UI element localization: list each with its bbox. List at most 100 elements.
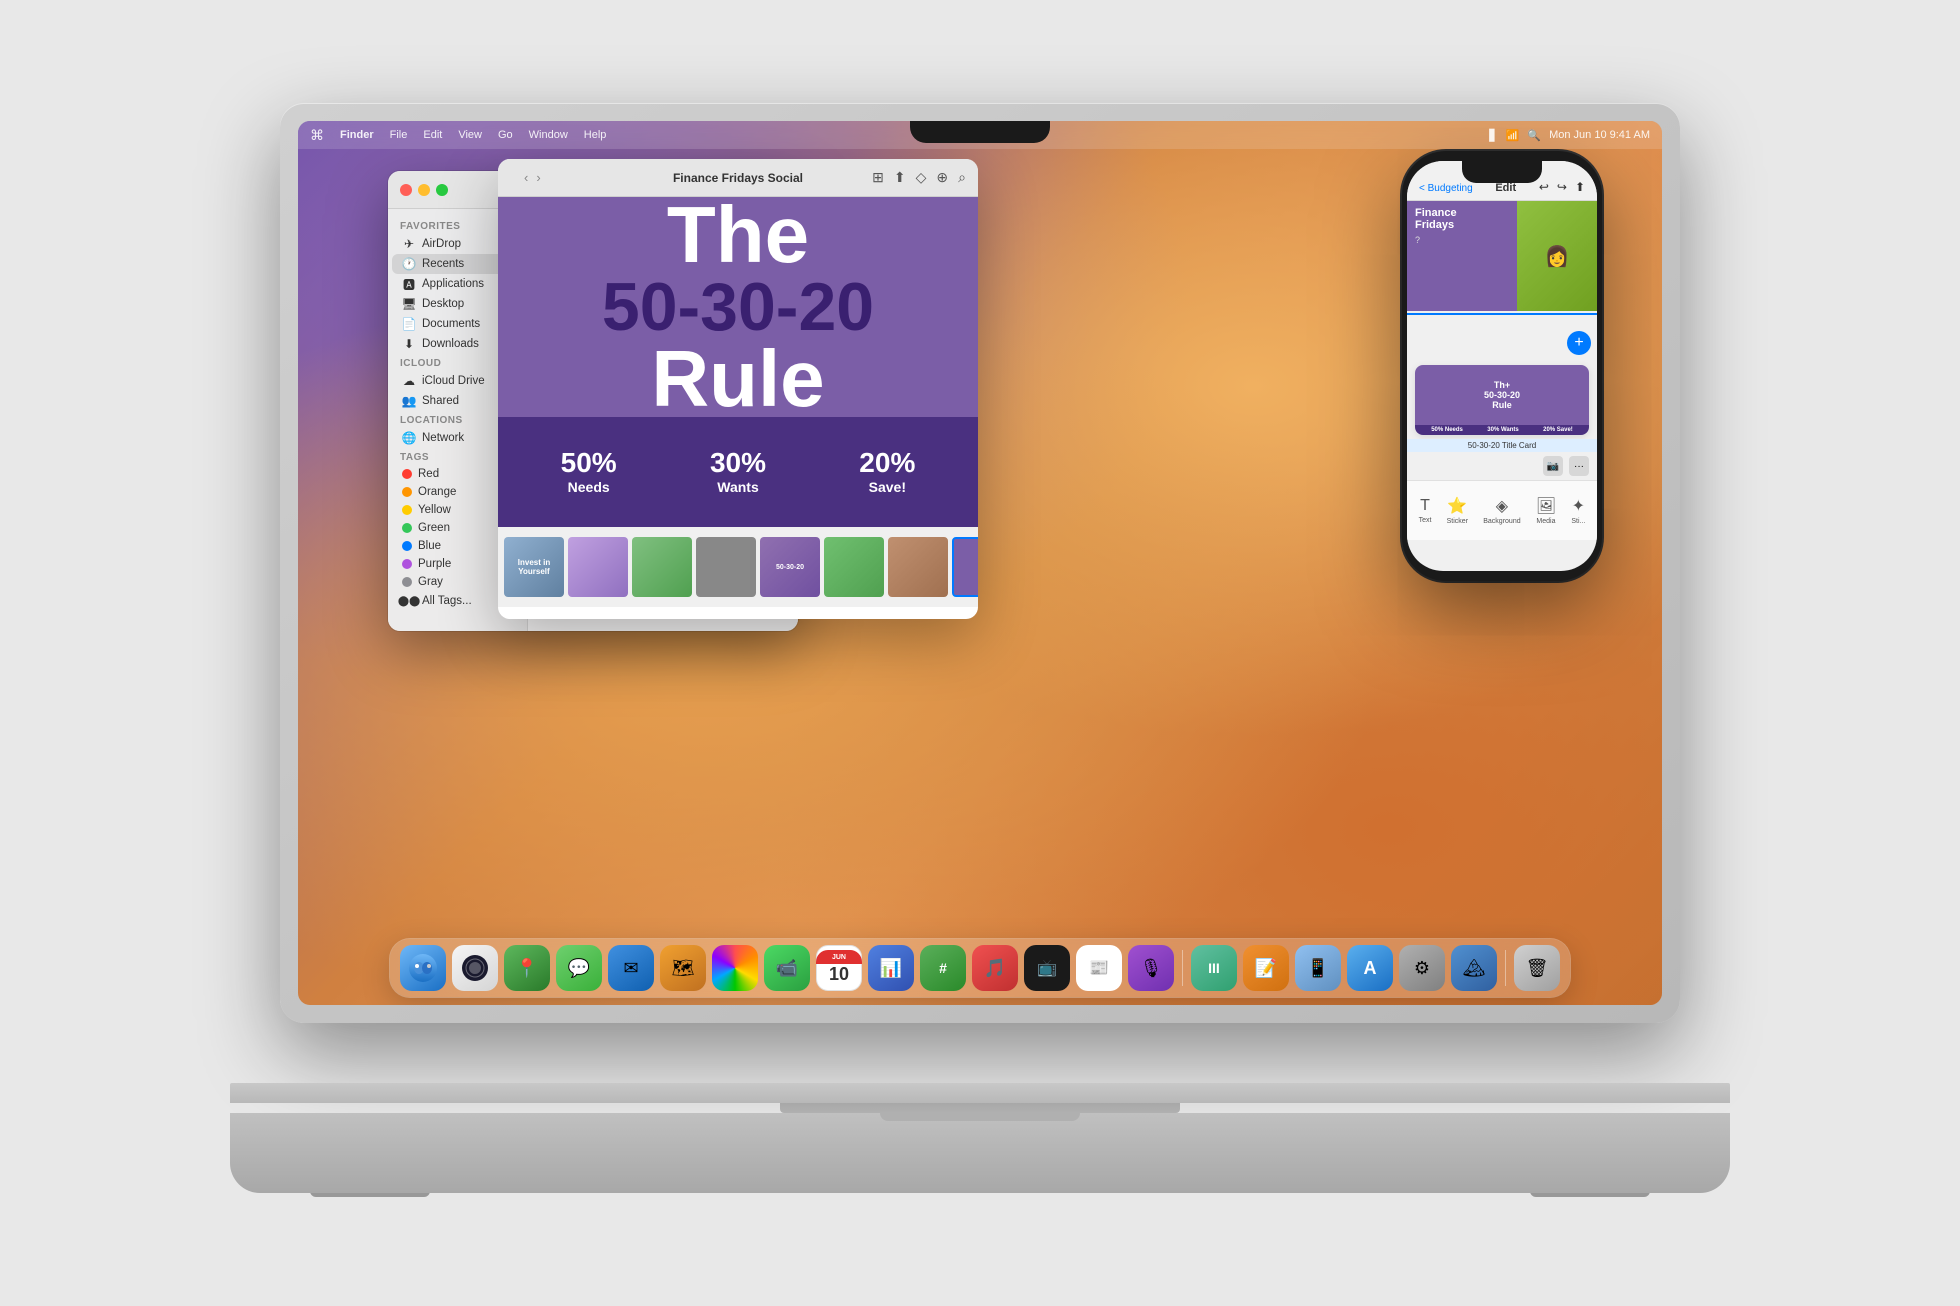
share-icon[interactable]: ⬆ (1575, 180, 1585, 194)
more-button[interactable]: ··· (1569, 456, 1589, 476)
laptop-base-top (230, 1083, 1730, 1103)
iphone-screen: < Budgeting Edit ↩ ↪ ⬆ (1407, 161, 1597, 571)
thumb-active[interactable] (952, 537, 978, 597)
dock-podcasts[interactable]: 🎙 (1128, 945, 1174, 991)
design-window-title: Finance Fridays Social (673, 171, 803, 185)
menubar-time: Mon Jun 10 9:41 AM (1549, 129, 1650, 141)
small-card-text: Th+ (1484, 380, 1520, 390)
dock-maps2[interactable]: 🗺 (660, 945, 706, 991)
small-stat-save: 20% Save! (1543, 427, 1573, 433)
thumb-3[interactable] (632, 537, 692, 597)
back-arrow[interactable]: ‹ (522, 170, 530, 185)
menu-help[interactable]: Help (584, 129, 607, 141)
yellow-label: Yellow (418, 504, 451, 516)
tool-text[interactable]: T Text (1419, 497, 1432, 524)
dock-iphone[interactable]: 📱 (1295, 945, 1341, 991)
apple-menu[interactable]: ⌘ (310, 127, 324, 144)
text-label: Text (1419, 517, 1432, 524)
dock-photos[interactable] (712, 945, 758, 991)
dock-keynote[interactable]: 📊 (868, 945, 914, 991)
dock-facetime[interactable]: 📹 (764, 945, 810, 991)
documents-icon: 📄 (402, 317, 416, 331)
iphone-card-purple: Finance Fridays ? 👩 (1407, 201, 1597, 311)
iphone-notch (1462, 161, 1542, 183)
dock-trash[interactable]: 🗑 (1514, 945, 1560, 991)
menu-view[interactable]: View (458, 129, 482, 141)
iphone-small-card[interactable]: Th+ 50-30-20 Rule 50% Needs 30% Wants 20… (1415, 365, 1589, 435)
thumb-1[interactable]: Invest in Yourself (504, 537, 564, 597)
dock-news[interactable]: 📰 (1076, 945, 1122, 991)
dock-settings[interactable]: ⚙ (1399, 945, 1445, 991)
thumb-7[interactable] (888, 537, 948, 597)
downloads-label: Downloads (422, 338, 479, 350)
dock-maps[interactable]: 📍 (504, 945, 550, 991)
finder-icon (409, 954, 437, 982)
dock-calendar[interactable]: JUN 10 (816, 945, 862, 991)
iphone-toolbar: T Text ⭐ Sticker ◈ Background (1407, 480, 1597, 540)
window-controls (400, 184, 448, 196)
tool-stickers2[interactable]: ✦ Sti... (1571, 496, 1585, 525)
tool-background[interactable]: ◈ Background (1483, 496, 1520, 525)
tool-sticker[interactable]: ⭐ Sticker (1447, 496, 1468, 525)
small-stat-needs: 50% Needs (1431, 427, 1463, 433)
airdrop-label: AirDrop (422, 238, 461, 250)
dock-music[interactable]: 🎵 (972, 945, 1018, 991)
undo-icon[interactable]: ↩ (1539, 180, 1549, 194)
more-icon[interactable]: ⊕ (936, 169, 948, 186)
dock-pages[interactable]: 📝 (1243, 945, 1289, 991)
iphone-back-button[interactable]: < Budgeting (1419, 183, 1473, 194)
iphone-small-card-stats: 50% Needs 30% Wants 20% Save! (1415, 425, 1589, 435)
design-toolbar-right: ⊞ ⬆ ◇ ⊕ ⌕ (872, 169, 966, 186)
menu-file[interactable]: File (390, 129, 408, 141)
search-icon[interactable]: 🔍 (1527, 129, 1541, 142)
menu-finder[interactable]: Finder (340, 129, 374, 141)
thumb-6[interactable] (824, 537, 884, 597)
close-button[interactable] (400, 184, 412, 196)
gray-label: Gray (418, 576, 443, 588)
menu-go[interactable]: Go (498, 129, 513, 141)
iphone-top-icons: ↩ ↪ ⬆ (1539, 180, 1585, 194)
shared-icon: 👥 (402, 394, 416, 408)
laptop-base (230, 1083, 1730, 1203)
dock-sequoia[interactable]: 🏔 (1451, 945, 1497, 991)
minimize-button[interactable] (418, 184, 430, 196)
small-card-numbers: 50-30-20 (1484, 390, 1520, 400)
launchpad-icon (462, 955, 488, 981)
dock-appstore[interactable]: A (1347, 945, 1393, 991)
tag-icon[interactable]: ◇ (916, 169, 927, 186)
maximize-button[interactable] (436, 184, 448, 196)
dock-mail[interactable]: ✉ (608, 945, 654, 991)
green-dot (402, 523, 412, 533)
iphone-card-label: 50-30-20 Title Card (1407, 439, 1597, 452)
search-icon[interactable]: ⌕ (958, 169, 966, 186)
sticker-icon: ⭐ (1447, 496, 1467, 516)
dock: 📍 💬 ✉ 🗺 📹 JUN 10 📊 # 🎵 📺 📰 🎙 III 📝 (390, 939, 1570, 997)
share-icon[interactable]: ⬆ (894, 169, 906, 186)
applications-label: Applications (422, 278, 484, 290)
thumb-4[interactable] (696, 537, 756, 597)
dock-numbers[interactable]: # (920, 945, 966, 991)
tool-media[interactable]: 🖼 Media (1536, 496, 1556, 525)
dock-finder[interactable] (400, 945, 446, 991)
wants-label: Wants (717, 479, 758, 495)
thumb-2[interactable] (568, 537, 628, 597)
iphone-add-button[interactable]: + (1567, 331, 1591, 355)
menu-edit[interactable]: Edit (423, 129, 442, 141)
redo-icon[interactable]: ↪ (1557, 180, 1567, 194)
dock-bars[interactable]: III (1191, 945, 1237, 991)
design-nav: ‹ › (522, 170, 543, 185)
camera-button[interactable]: 📷 (1543, 456, 1563, 476)
forward-arrow[interactable]: › (534, 170, 542, 185)
blue-dot (402, 541, 412, 551)
dock-messages[interactable]: 💬 (556, 945, 602, 991)
dock-launchpad[interactable] (452, 945, 498, 991)
sticker-label: Sticker (1447, 518, 1468, 525)
menu-window[interactable]: Window (529, 129, 568, 141)
thumb-5[interactable]: 50-30-20 (760, 537, 820, 597)
gray-dot (402, 577, 412, 587)
dock-tv[interactable]: 📺 (1024, 945, 1070, 991)
small-stat-wants: 30% Wants (1487, 427, 1518, 433)
view-options-icon[interactable]: ⊞ (872, 169, 884, 186)
save-label: Save! (869, 479, 906, 495)
media-icon: 🖼 (1536, 496, 1556, 516)
